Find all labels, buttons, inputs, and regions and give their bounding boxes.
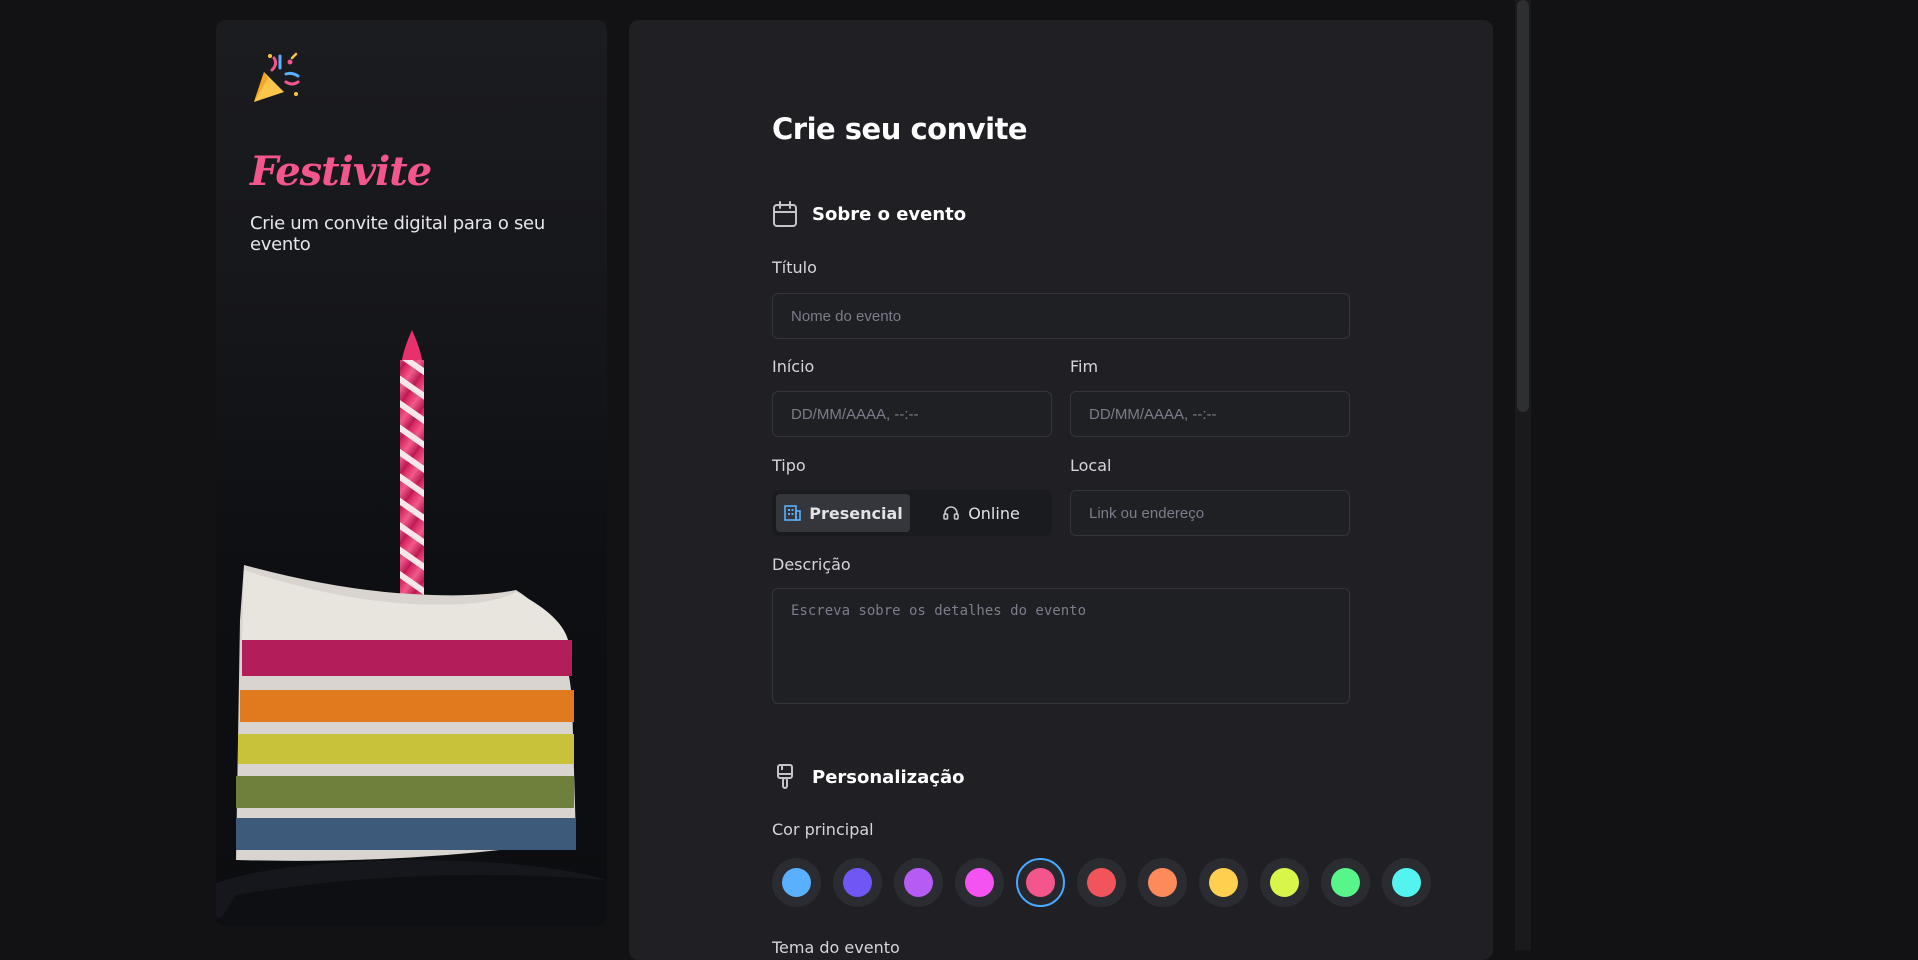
color-swatch-10[interactable] bbox=[1321, 858, 1370, 907]
brand-tagline: Crie um convite digital para o seu event… bbox=[250, 213, 545, 255]
end-label: Fim bbox=[1070, 357, 1099, 376]
title-label: Título bbox=[772, 258, 817, 277]
party-popper-icon bbox=[254, 52, 300, 102]
color-swatch-1[interactable] bbox=[772, 858, 821, 907]
sidebar: Festivite Crie um convite digital para o… bbox=[216, 20, 607, 926]
color-dot bbox=[1331, 868, 1360, 897]
location-label: Local bbox=[1070, 456, 1112, 475]
paintbrush-icon bbox=[777, 764, 793, 789]
type-label: Tipo bbox=[772, 456, 806, 475]
calendar-icon bbox=[773, 201, 797, 227]
theme-label: Tema do evento bbox=[772, 938, 900, 957]
color-swatch-4[interactable] bbox=[955, 858, 1004, 907]
color-swatch-7[interactable] bbox=[1138, 858, 1187, 907]
section-custom-header: Personalização bbox=[772, 763, 964, 791]
color-dot bbox=[843, 868, 872, 897]
color-swatch-9[interactable] bbox=[1260, 858, 1309, 907]
scrollbar-thumb[interactable] bbox=[1517, 0, 1529, 412]
end-datetime-input[interactable]: DD/MM/AAAA, --:-- bbox=[1070, 391, 1350, 437]
color-dot bbox=[782, 868, 811, 897]
form-card bbox=[629, 20, 1493, 960]
description-label: Descrição bbox=[772, 555, 851, 574]
headset-icon bbox=[943, 506, 959, 520]
description-textarea[interactable]: Escreva sobre os detalhes do evento bbox=[772, 588, 1350, 704]
title-input[interactable]: Nome do evento bbox=[772, 293, 1350, 339]
color-label: Cor principal bbox=[772, 820, 874, 839]
color-picker bbox=[772, 858, 1431, 907]
color-dot bbox=[1087, 868, 1116, 897]
rainbow-cake-image bbox=[216, 330, 607, 926]
section-custom-title: Personalização bbox=[812, 766, 965, 788]
page-title: Crie seu convite bbox=[772, 112, 1028, 146]
color-swatch-6[interactable] bbox=[1077, 858, 1126, 907]
section-event-title: Sobre o evento bbox=[812, 203, 967, 225]
color-dot bbox=[904, 868, 933, 897]
type-online-button[interactable]: Online bbox=[914, 494, 1048, 532]
color-dot bbox=[1026, 868, 1055, 897]
location-input[interactable]: Link ou endereço bbox=[1070, 490, 1350, 536]
color-dot bbox=[1270, 868, 1299, 897]
type-presencial-button[interactable]: Presencial bbox=[776, 494, 910, 532]
color-swatch-8[interactable] bbox=[1199, 858, 1248, 907]
start-datetime-input[interactable]: DD/MM/AAAA, --:-- bbox=[772, 391, 1052, 437]
color-swatch-11[interactable] bbox=[1382, 858, 1431, 907]
start-label: Início bbox=[772, 357, 815, 376]
color-swatch-3[interactable] bbox=[894, 858, 943, 907]
background-pane bbox=[1531, 0, 1918, 950]
building-icon bbox=[784, 505, 802, 521]
color-dot bbox=[1148, 868, 1177, 897]
type-online-label: Online bbox=[968, 503, 1020, 523]
event-type-toggle: Presencial Online bbox=[772, 490, 1052, 536]
brand-logo: Festivite bbox=[250, 148, 432, 195]
color-swatch-5[interactable] bbox=[1016, 858, 1065, 907]
color-dot bbox=[965, 868, 994, 897]
color-dot bbox=[1209, 868, 1238, 897]
section-event-header: Sobre o evento bbox=[772, 200, 966, 228]
color-dot bbox=[1392, 868, 1421, 897]
type-presencial-label: Presencial bbox=[809, 503, 903, 523]
color-swatch-2[interactable] bbox=[833, 858, 882, 907]
